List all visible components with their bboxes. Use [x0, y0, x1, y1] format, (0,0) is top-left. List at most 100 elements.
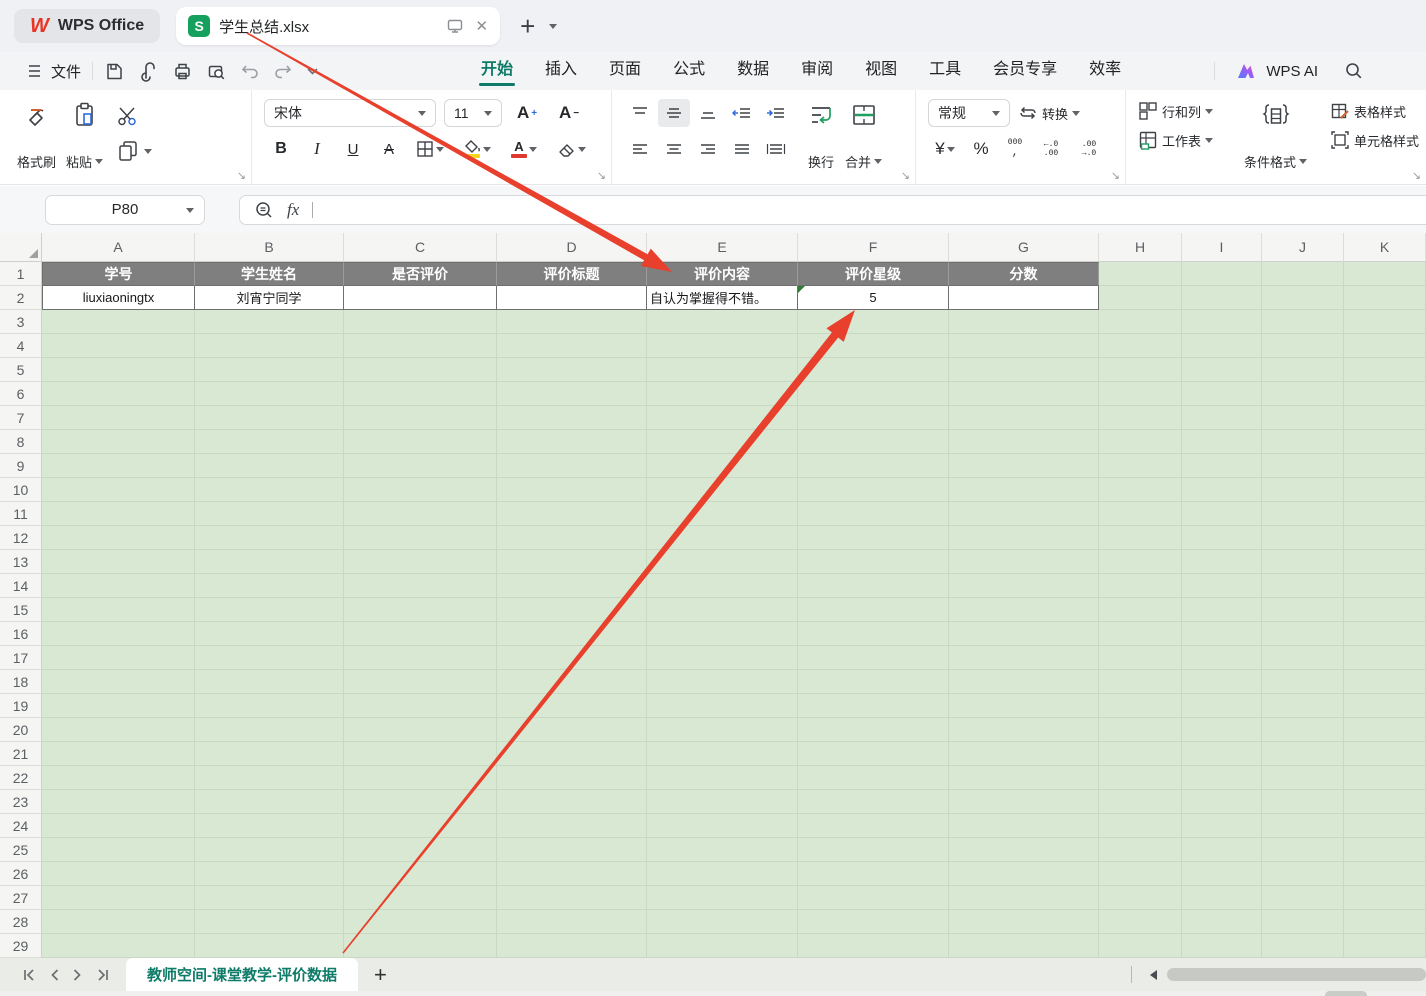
cell-K16[interactable] — [1344, 622, 1426, 646]
cell-G19[interactable] — [949, 694, 1099, 718]
cell-D4[interactable] — [497, 334, 647, 358]
cell-D6[interactable] — [497, 382, 647, 406]
cell-K27[interactable] — [1344, 886, 1426, 910]
cell-E29[interactable] — [647, 934, 798, 958]
cell-K19[interactable] — [1344, 694, 1426, 718]
cell-H10[interactable] — [1099, 478, 1182, 502]
cell-D11[interactable] — [497, 502, 647, 526]
cell-G3[interactable] — [949, 310, 1099, 334]
convert-button[interactable]: 转换 — [1018, 104, 1080, 123]
cell-G7[interactable] — [949, 406, 1099, 430]
cell-K28[interactable] — [1344, 910, 1426, 934]
cell-B3[interactable] — [195, 310, 344, 334]
align-middle-button[interactable] — [658, 99, 690, 127]
cell-H18[interactable] — [1099, 670, 1182, 694]
row-header-17[interactable]: 17 — [0, 646, 42, 670]
first-sheet-icon[interactable] — [22, 969, 36, 981]
cell-A9[interactable] — [42, 454, 195, 478]
cell-J21[interactable] — [1262, 742, 1344, 766]
cell-I18[interactable] — [1182, 670, 1262, 694]
cell-B12[interactable] — [195, 526, 344, 550]
row-header-23[interactable]: 23 — [0, 790, 42, 814]
row-header-3[interactable]: 3 — [0, 310, 42, 334]
font-color-button[interactable]: A — [502, 135, 546, 163]
cell-J25[interactable] — [1262, 838, 1344, 862]
cell-G26[interactable] — [949, 862, 1099, 886]
borders-button[interactable] — [408, 135, 452, 163]
cell-E28[interactable] — [647, 910, 798, 934]
cell-A12[interactable] — [42, 526, 195, 550]
row-header-27[interactable]: 27 — [0, 886, 42, 910]
row-header-11[interactable]: 11 — [0, 502, 42, 526]
cell-F6[interactable] — [798, 382, 949, 406]
cell-I14[interactable] — [1182, 574, 1262, 598]
cell-G2[interactable] — [949, 286, 1099, 310]
align-right-button[interactable] — [692, 135, 724, 163]
cell-H26[interactable] — [1099, 862, 1182, 886]
cell-J1[interactable] — [1262, 262, 1344, 286]
cell-E14[interactable] — [647, 574, 798, 598]
cell-I29[interactable] — [1182, 934, 1262, 958]
print-preview-icon[interactable] — [206, 61, 227, 82]
cell-I8[interactable] — [1182, 430, 1262, 454]
cell-K9[interactable] — [1344, 454, 1426, 478]
percent-format-button[interactable]: % — [966, 135, 996, 163]
cell-A29[interactable] — [42, 934, 195, 958]
cell-I2[interactable] — [1182, 286, 1262, 310]
hscroll-thumb[interactable] — [1167, 968, 1426, 981]
cell-F7[interactable] — [798, 406, 949, 430]
cell-A24[interactable] — [42, 814, 195, 838]
cell-I12[interactable] — [1182, 526, 1262, 550]
cell-I4[interactable] — [1182, 334, 1262, 358]
cell-C24[interactable] — [344, 814, 497, 838]
conditional-formatting-button[interactable]: 条件格式 — [1239, 99, 1312, 173]
column-header-K[interactable]: K — [1344, 233, 1426, 262]
cell-F25[interactable] — [798, 838, 949, 862]
cell-B6[interactable] — [195, 382, 344, 406]
cell-K13[interactable] — [1344, 550, 1426, 574]
cell-K29[interactable] — [1344, 934, 1426, 958]
add-sheet-icon[interactable]: + — [374, 964, 387, 986]
cell-I10[interactable] — [1182, 478, 1262, 502]
cell-D10[interactable] — [497, 478, 647, 502]
cell-K15[interactable] — [1344, 598, 1426, 622]
wrap-text-button[interactable]: 换行 — [802, 99, 840, 173]
row-header-15[interactable]: 15 — [0, 598, 42, 622]
cell-A5[interactable] — [42, 358, 195, 382]
cell-B8[interactable] — [195, 430, 344, 454]
cell-G16[interactable] — [949, 622, 1099, 646]
increase-decimal-button[interactable]: ←.0.00 — [1034, 135, 1068, 163]
cell-I25[interactable] — [1182, 838, 1262, 862]
cell-H22[interactable] — [1099, 766, 1182, 790]
cell-G10[interactable] — [949, 478, 1099, 502]
cell-D19[interactable] — [497, 694, 647, 718]
fx-icon[interactable]: fx — [287, 200, 299, 220]
cell-H24[interactable] — [1099, 814, 1182, 838]
save-icon[interactable] — [104, 61, 125, 82]
cell-F1[interactable]: 评价星级 — [798, 262, 949, 286]
cell-I6[interactable] — [1182, 382, 1262, 406]
cell-C22[interactable] — [344, 766, 497, 790]
cell-A23[interactable] — [42, 790, 195, 814]
cell-J20[interactable] — [1262, 718, 1344, 742]
cell-H7[interactable] — [1099, 406, 1182, 430]
cell-G23[interactable] — [949, 790, 1099, 814]
cell-G14[interactable] — [949, 574, 1099, 598]
cell-H5[interactable] — [1099, 358, 1182, 382]
strikethrough-button[interactable]: A — [372, 135, 406, 163]
cell-B19[interactable] — [195, 694, 344, 718]
cell-F26[interactable] — [798, 862, 949, 886]
cell-C15[interactable] — [344, 598, 497, 622]
cell-D9[interactable] — [497, 454, 647, 478]
row-header-13[interactable]: 13 — [0, 550, 42, 574]
cell-C19[interactable] — [344, 694, 497, 718]
cell-I1[interactable] — [1182, 262, 1262, 286]
cell-C13[interactable] — [344, 550, 497, 574]
group-collapse-icon[interactable]: ↘ — [237, 169, 246, 182]
cell-G6[interactable] — [949, 382, 1099, 406]
row-header-9[interactable]: 9 — [0, 454, 42, 478]
cell-C16[interactable] — [344, 622, 497, 646]
number-format-select[interactable]: 常规 — [928, 99, 1010, 127]
cell-D21[interactable] — [497, 742, 647, 766]
cell-C21[interactable] — [344, 742, 497, 766]
